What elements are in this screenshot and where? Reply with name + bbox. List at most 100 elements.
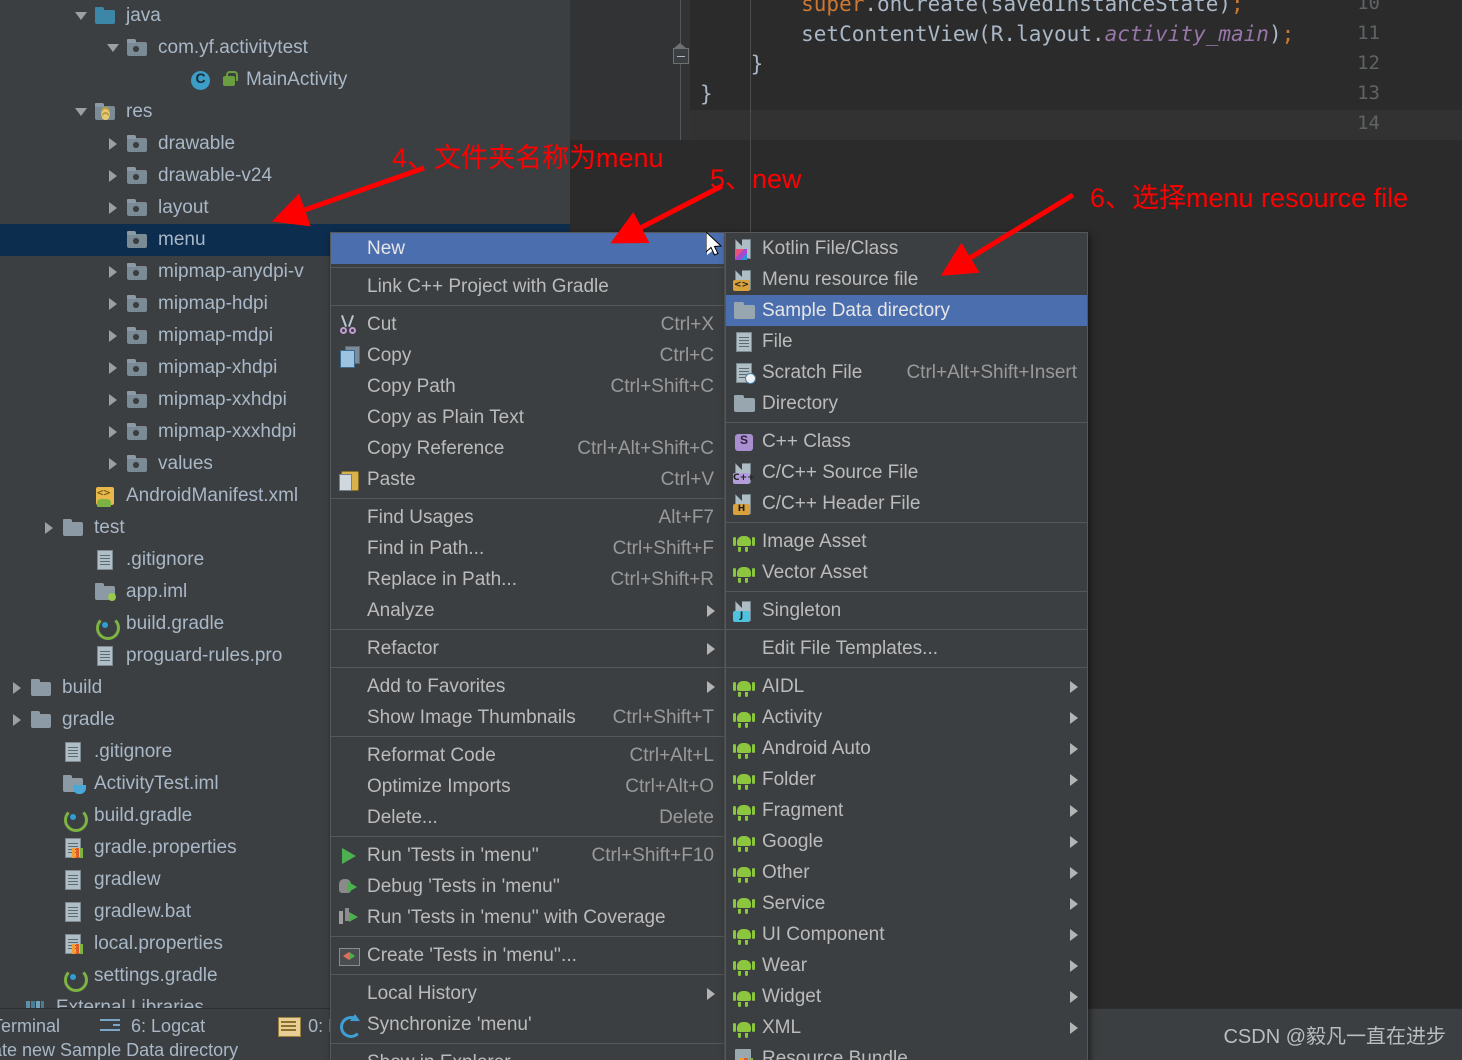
menu-separator — [331, 936, 724, 937]
chevron-right-icon[interactable] — [102, 389, 124, 411]
tree-item-label: .gitignore — [126, 549, 205, 570]
menu-item-ui-component[interactable]: UI Component — [726, 919, 1087, 950]
menu-item-c-class[interactable]: C++ Class — [726, 426, 1087, 457]
menu-item-run-tests-in-menu[interactable]: Run 'Tests in 'menu'' Ctrl+Shift+F10 — [331, 840, 724, 871]
tool-window-terminal[interactable]: Terminal — [0, 1016, 60, 1037]
menu-item-copy-as-plain-text[interactable]: Copy as Plain Text — [331, 402, 724, 433]
menu-item-xml[interactable]: XML — [726, 1012, 1087, 1043]
menu-item-edit-file-templates[interactable]: Edit File Templates... — [726, 633, 1087, 664]
chevron-right-icon[interactable] — [102, 165, 124, 187]
menu-item-cut[interactable]: Cut Ctrl+X — [331, 309, 724, 340]
tree-item-com-yf-activitytest[interactable]: com.yf.activitytest — [0, 32, 570, 64]
menu-item-shortcut: Ctrl+Shift+C — [610, 375, 714, 397]
menu-item-other[interactable]: Other — [726, 857, 1087, 888]
tree-item-res[interactable]: res — [0, 96, 570, 128]
menu-item-c-c-header-file[interactable]: H C/C++ Header File — [726, 488, 1087, 519]
menu-item-analyze[interactable]: Analyze — [331, 595, 724, 626]
code-token: activity_main — [1104, 22, 1269, 46]
menu-item-sample-data-directory[interactable]: Sample Data directory — [726, 295, 1087, 326]
tree-item-layout[interactable]: layout — [0, 192, 570, 224]
tree-item-java[interactable]: java — [0, 0, 570, 32]
chevron-right-icon[interactable] — [102, 293, 124, 315]
chevron-down-icon[interactable] — [102, 37, 124, 59]
menu-item-debug-tests-in-menu[interactable]: Debug 'Tests in 'menu'' — [331, 871, 724, 902]
menu-item-optimize-imports[interactable]: Optimize Imports Ctrl+Alt+O — [331, 771, 724, 802]
menu-item-run-tests-in-menu-with-coverage[interactable]: Run 'Tests in 'menu'' with Coverage — [331, 902, 724, 933]
menu-item-menu-resource-file[interactable]: <> Menu resource file — [726, 264, 1087, 295]
menu-item-c-c-source-file[interactable]: C++ C/C++ Source File — [726, 457, 1087, 488]
chevron-down-icon[interactable] — [70, 101, 92, 123]
chevron-right-icon[interactable] — [38, 517, 60, 539]
tree-item-label: MainActivity — [246, 69, 348, 90]
menu-item-local-history[interactable]: Local History — [331, 978, 724, 1009]
menu-item-show-image-thumbnails[interactable]: Show Image Thumbnails Ctrl+Shift+T — [331, 702, 724, 733]
new-submenu[interactable]: Kotlin File/Class <> Menu resource file Sam… — [725, 232, 1088, 1060]
menu-item-google[interactable]: Google — [726, 826, 1087, 857]
chevron-right-icon[interactable] — [6, 709, 28, 731]
menu-item-android-auto[interactable]: Android Auto — [726, 733, 1087, 764]
menu-item-service[interactable]: Service — [726, 888, 1087, 919]
menu-item-replace-in-path[interactable]: Replace in Path... Ctrl+Shift+R — [331, 564, 724, 595]
chevron-right-icon[interactable] — [102, 325, 124, 347]
menu-item-refactor[interactable]: Refactor — [331, 633, 724, 664]
cut-icon — [337, 314, 361, 336]
menu-item-wear[interactable]: Wear — [726, 950, 1087, 981]
menu-item-activity[interactable]: Activity — [726, 702, 1087, 733]
menu-item-paste[interactable]: Paste Ctrl+V — [331, 464, 724, 495]
menu-item-find-usages[interactable]: Find Usages Alt+F7 — [331, 502, 724, 533]
menu-item-delete[interactable]: Delete... Delete — [331, 802, 724, 833]
folder-package-icon — [124, 325, 150, 347]
tree-item-label: proguard-rules.pro — [126, 645, 283, 666]
menu-item-create-tests-in-menu[interactable]: Create 'Tests in 'menu''... — [331, 940, 724, 971]
chevron-right-icon[interactable] — [102, 133, 124, 155]
menu-item-singleton[interactable]: J Singleton — [726, 595, 1087, 626]
chevron-right-icon[interactable] — [102, 261, 124, 283]
chevron-down-icon[interactable] — [70, 5, 92, 27]
menu-item-copy[interactable]: Copy Ctrl+C — [331, 340, 724, 371]
folder-package-icon — [124, 261, 150, 283]
logcat-icon — [100, 1016, 124, 1036]
context-menu[interactable]: New Link C++ Project with Gradle Cut Ctrl+X… — [330, 232, 725, 1060]
menu-item-fragment[interactable]: Fragment — [726, 795, 1087, 826]
chevron-right-icon — [1070, 959, 1078, 972]
tree-item-label: .gitignore — [94, 741, 173, 762]
menu-item-kotlin-file-class[interactable]: Kotlin File/Class — [726, 233, 1087, 264]
tool-window-6-logcat[interactable]: 6: Logcat — [100, 1016, 205, 1037]
menu-item-vector-asset[interactable]: Vector Asset — [726, 557, 1087, 588]
menu-item-label: XML — [762, 1016, 802, 1038]
menu-item-new[interactable]: New — [331, 233, 724, 264]
chevron-right-icon[interactable] — [102, 357, 124, 379]
menu-item-label: New — [367, 237, 406, 259]
menu-item-link-c-project-with-gradle[interactable]: Link C++ Project with Gradle — [331, 271, 724, 302]
tree-item-label: test — [94, 517, 125, 538]
menu-item-copy-path[interactable]: Copy Path Ctrl+Shift+C — [331, 371, 724, 402]
chevron-right-icon — [1070, 773, 1078, 786]
menu-item-find-in-path[interactable]: Find in Path... Ctrl+Shift+F — [331, 533, 724, 564]
folder-icon — [732, 300, 756, 322]
menu-item-synchronize-menu[interactable]: Synchronize 'menu' — [331, 1009, 724, 1040]
tree-item-mainactivity[interactable]: MainActivity — [0, 64, 570, 96]
code-fold-toggle[interactable] — [673, 48, 689, 64]
chevron-right-icon[interactable] — [6, 677, 28, 699]
menu-item-show-in-explorer[interactable]: Show in Explorer — [331, 1047, 724, 1060]
tree-item-label: gradle — [62, 709, 115, 730]
menu-item-widget[interactable]: Widget — [726, 981, 1087, 1012]
chevron-right-icon[interactable] — [102, 197, 124, 219]
menu-item-folder[interactable]: Folder — [726, 764, 1087, 795]
menu-item-copy-reference[interactable]: Copy Reference Ctrl+Alt+Shift+C — [331, 433, 724, 464]
menu-item-scratch-file[interactable]: Scratch File Ctrl+Alt+Shift+Insert — [726, 357, 1087, 388]
menu-item-file[interactable]: File — [726, 326, 1087, 357]
menu-item-add-to-favorites[interactable]: Add to Favorites — [331, 671, 724, 702]
menu-item-label: Refactor — [367, 637, 439, 659]
annotation-step-6: 6、选择menu resource file — [1090, 183, 1409, 213]
file-icon — [732, 331, 756, 353]
mouse-cursor — [706, 232, 723, 256]
menu-item-directory[interactable]: Directory — [726, 388, 1087, 419]
android-icon — [732, 986, 756, 1008]
chevron-right-icon[interactable] — [102, 421, 124, 443]
menu-item-reformat-code[interactable]: Reformat Code Ctrl+Alt+L — [331, 740, 724, 771]
chevron-right-icon[interactable] — [102, 453, 124, 475]
menu-item-aidl[interactable]: AIDL — [726, 671, 1087, 702]
menu-item-resource-bundle[interactable]: Resource Bundle — [726, 1043, 1087, 1060]
menu-item-image-asset[interactable]: Image Asset — [726, 526, 1087, 557]
